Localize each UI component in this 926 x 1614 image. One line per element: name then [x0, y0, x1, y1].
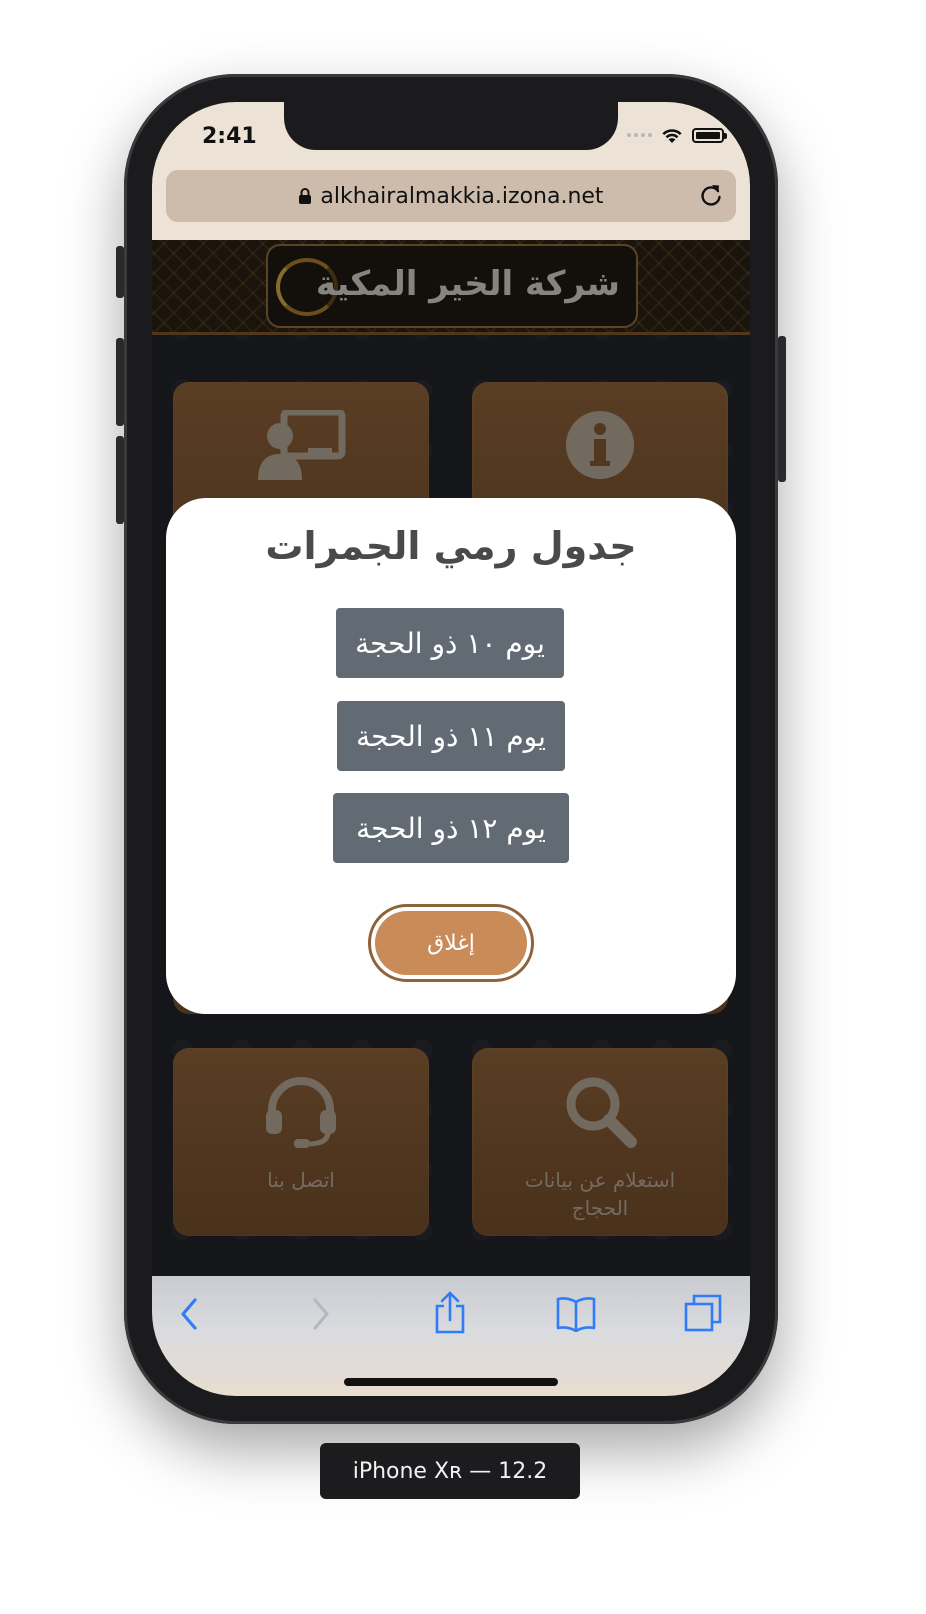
home-indicator	[344, 1378, 558, 1386]
volume-up-button	[116, 338, 124, 426]
tabs-icon[interactable]	[684, 1294, 722, 1332]
simulator-device-label: iPhone Xʀ — 12.2	[320, 1443, 580, 1499]
day-11-button[interactable]: يوم ١١ ذو الحجة	[337, 701, 565, 771]
screen: 2:41 alkhairalmakkia.izona.net شركة الخي…	[152, 102, 750, 1396]
share-icon[interactable]	[434, 1290, 466, 1334]
safari-top-bar: 2:41 alkhairalmakkia.izona.net	[152, 102, 750, 240]
reload-icon[interactable]	[698, 182, 724, 208]
modal-title: جدول رمي الجمرات	[265, 524, 637, 568]
mute-switch	[116, 246, 124, 298]
address-bar[interactable]: alkhairalmakkia.izona.net	[166, 170, 736, 222]
close-button[interactable]: إغلاق	[368, 904, 534, 982]
cellular-signal-icon	[627, 133, 652, 137]
day-12-button[interactable]: يوم ١٢ ذو الحجة	[333, 793, 569, 863]
battery-icon	[692, 127, 727, 143]
back-icon[interactable]	[178, 1296, 200, 1332]
status-time: 2:41	[202, 124, 257, 149]
volume-down-button	[116, 436, 124, 524]
day-10-button[interactable]: يوم ١٠ ذو الحجة	[336, 608, 564, 678]
forward-icon[interactable]	[310, 1296, 332, 1332]
bookmarks-icon[interactable]	[556, 1296, 596, 1332]
wifi-icon	[662, 129, 682, 143]
lock-icon	[299, 188, 312, 204]
status-icons	[627, 126, 727, 144]
power-button	[778, 336, 786, 482]
jamarat-schedule-modal: جدول رمي الجمرات يوم ١٠ ذو الحجة يوم ١١ …	[166, 498, 736, 1014]
safari-toolbar	[152, 1276, 750, 1396]
url-text: alkhairalmakkia.izona.net	[320, 183, 604, 209]
notch	[284, 102, 618, 150]
close-button-label: إغلاق	[375, 911, 527, 975]
